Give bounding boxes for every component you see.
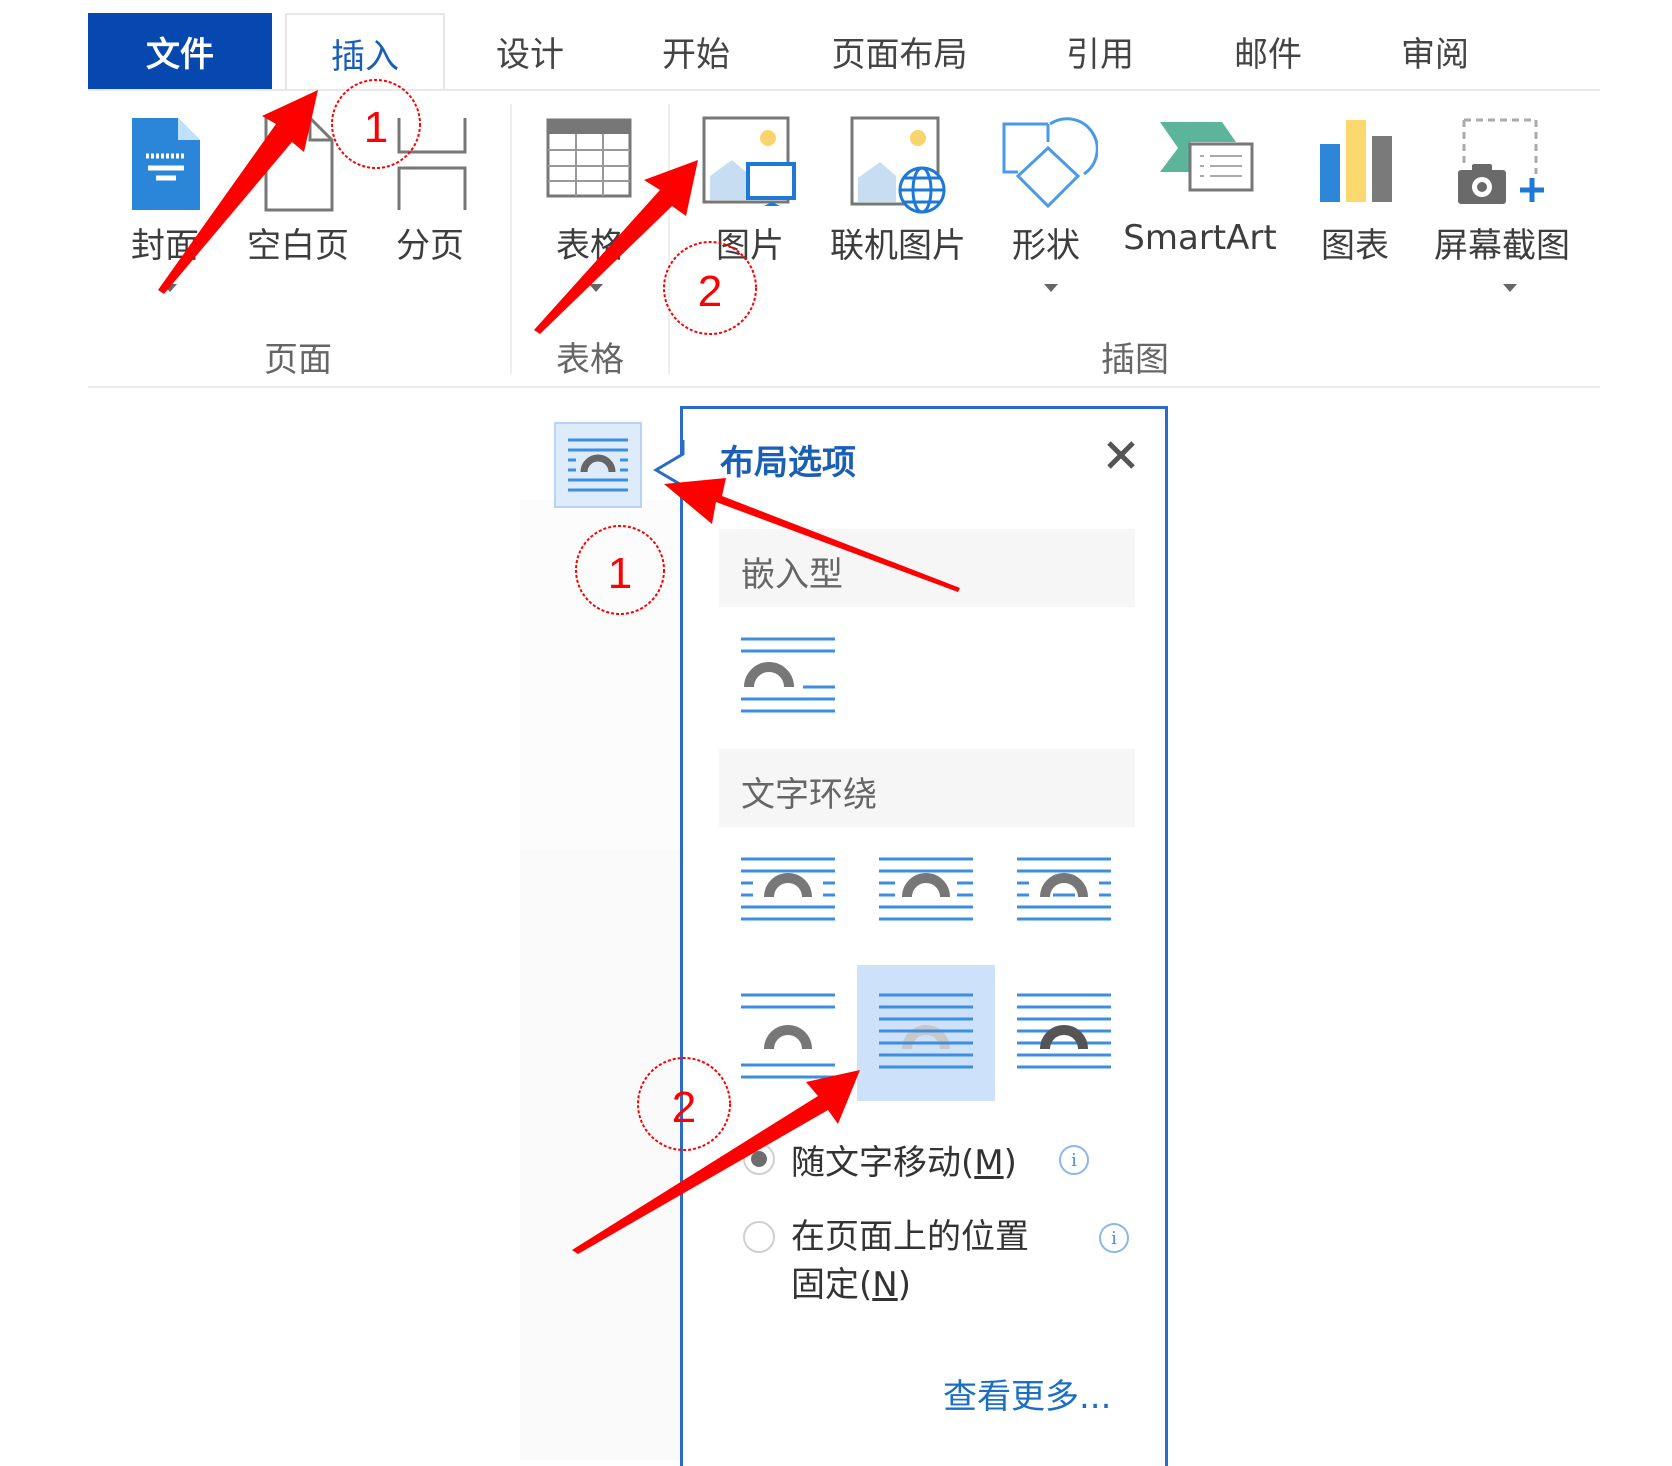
blank-page-label: 空白页: [247, 226, 349, 266]
group-label-tables: 表格: [556, 340, 624, 380]
wrap-inline-icon: [741, 637, 835, 713]
online-picture-label: 联机图片: [830, 226, 966, 266]
tab-review[interactable]: 审阅: [1375, 13, 1495, 89]
screenshot-dropdown-icon[interactable]: [1503, 284, 1517, 292]
wrap-tight-icon: [879, 857, 973, 921]
smartart-label: SmartArt: [1123, 218, 1277, 258]
tab-divider: [88, 89, 1600, 91]
table-dropdown-icon[interactable]: [589, 284, 603, 292]
info-icon[interactable]: i: [1099, 1223, 1129, 1253]
section-text-wrapping-label: 文字环绕: [741, 775, 877, 815]
chart-icon: [1320, 120, 1392, 202]
group-separator: [668, 104, 670, 374]
cover-page-icon: [132, 118, 200, 210]
wrap-option-in-front-of-text[interactable]: [995, 965, 1133, 1101]
cover-page-dropdown-icon[interactable]: [163, 284, 177, 292]
tab-design[interactable]: 设计: [470, 13, 590, 89]
wrap-top-bottom-icon: [741, 993, 835, 1079]
picture-label: 图片: [716, 226, 784, 266]
screenshot-button[interactable]: [1420, 110, 1580, 300]
document-margin: [520, 850, 682, 1460]
radio-button-unchecked[interactable]: [743, 1221, 775, 1253]
layout-options-panel: 布局选项 嵌入型 文字环绕 随文字移动(M) i 在页面上的位置 固定(N) i…: [680, 406, 1168, 1466]
radio-fix-position[interactable]: 在页面上的位置 固定(N): [743, 1213, 1029, 1309]
picture-icon: [702, 116, 796, 206]
wrap-option-tight[interactable]: [857, 845, 995, 981]
annotation-step-2: 2: [698, 267, 722, 316]
tab-insert[interactable]: 插入: [285, 13, 445, 91]
ribbon-bottom-border: [88, 386, 1600, 388]
group-separator: [510, 104, 512, 374]
panel-pointer: [653, 440, 685, 500]
screenshot-icon: [1458, 118, 1544, 204]
section-inline-label: 嵌入型: [741, 555, 843, 595]
group-label-illustrations: 插图: [1101, 340, 1169, 380]
online-picture-icon: [850, 116, 946, 214]
document-margin: [520, 500, 682, 850]
chart-label: 图表: [1321, 226, 1389, 266]
wrap-option-through[interactable]: [995, 845, 1133, 981]
wrap-in-front-icon: [1017, 993, 1111, 1069]
radio-move-with-text-label: 随文字移动(M): [791, 1143, 1017, 1183]
wrap-square-icon: [741, 857, 835, 921]
see-more-link[interactable]: 查看更多...: [943, 1369, 1111, 1418]
shapes-button[interactable]: [990, 110, 1100, 300]
table-button[interactable]: [540, 110, 640, 300]
close-icon[interactable]: [1101, 435, 1141, 475]
wrap-option-top-bottom[interactable]: [719, 965, 857, 1101]
radio-fix-position-label: 在页面上的位置 固定(N): [791, 1217, 1029, 1305]
page-break-icon: [397, 118, 467, 210]
tab-page-layout[interactable]: 页面布局: [812, 13, 987, 89]
radio-move-with-text[interactable]: 随文字移动(M): [743, 1135, 1017, 1184]
shapes-dropdown-icon[interactable]: [1044, 284, 1058, 292]
info-icon[interactable]: i: [1059, 1145, 1089, 1175]
tab-file[interactable]: 文件: [88, 13, 272, 89]
group-label-pages: 页面: [264, 340, 332, 380]
smartart-icon: [1160, 122, 1254, 192]
wrap-option-inline[interactable]: [719, 625, 857, 761]
radio-button-checked[interactable]: [743, 1143, 775, 1175]
table-label: 表格: [556, 226, 624, 266]
cover-page-label: 封面: [131, 226, 199, 266]
shapes-icon: [1002, 117, 1098, 209]
wrap-through-icon: [1017, 857, 1111, 921]
section-text-wrapping: 文字环绕: [719, 749, 1135, 827]
page-break-label: 分页: [396, 226, 464, 266]
screenshot-label: 屏幕截图: [1434, 226, 1570, 266]
table-icon: [546, 118, 632, 198]
tab-references[interactable]: 引用: [1040, 13, 1160, 89]
panel-title: 布局选项: [720, 443, 856, 483]
wrap-behind-text-icon: [879, 993, 973, 1069]
wrap-option-behind-text[interactable]: [857, 965, 995, 1101]
layout-options-button[interactable]: [554, 422, 642, 508]
tab-mailings[interactable]: 邮件: [1208, 13, 1328, 89]
wrap-text-icon: [568, 438, 628, 492]
shapes-label: 形状: [1012, 226, 1080, 266]
wrap-option-square[interactable]: [719, 845, 857, 981]
section-inline: 嵌入型: [719, 529, 1135, 607]
blank-page-icon: [264, 116, 334, 212]
tab-home[interactable]: 开始: [636, 13, 756, 89]
